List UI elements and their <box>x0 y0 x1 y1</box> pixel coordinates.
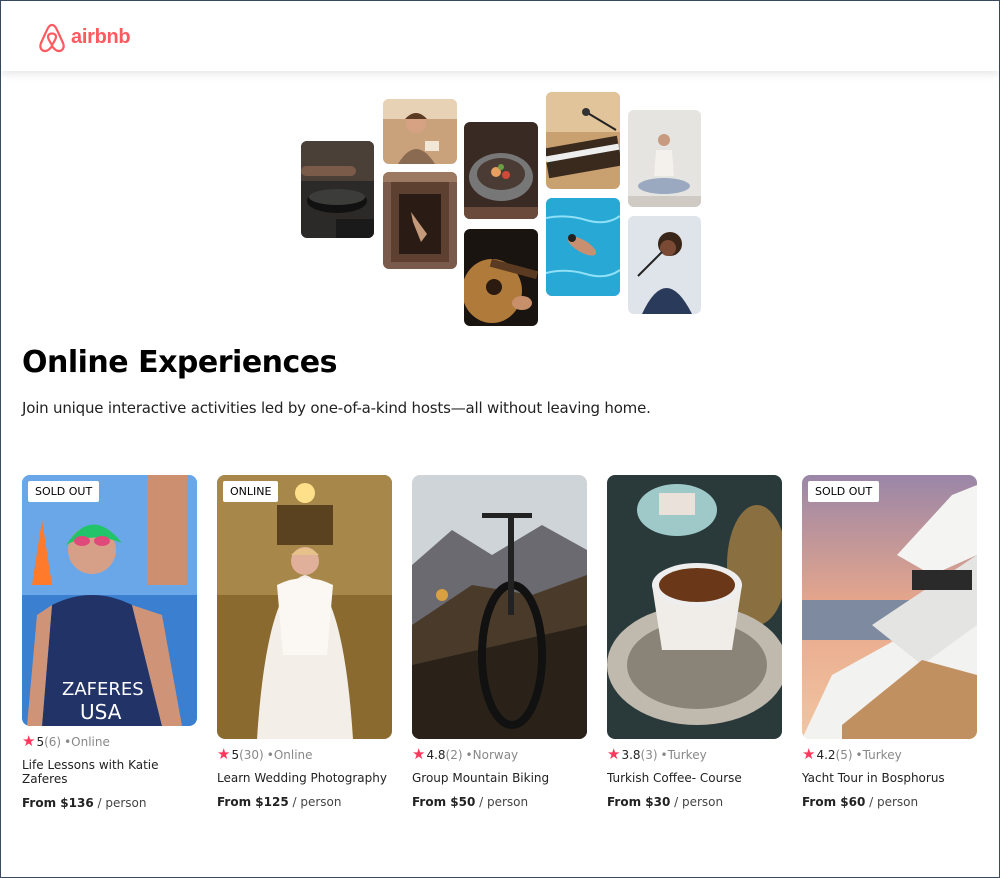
card-title[interactable]: Group Mountain Biking <box>412 771 587 785</box>
location: •Turkey <box>660 747 707 762</box>
bride-image <box>217 475 392 739</box>
star-icon: ★ <box>217 745 231 763</box>
card-price: From $50 / person <box>412 795 587 809</box>
hero-image-keyboard <box>546 92 620 189</box>
location: •Online <box>266 747 313 762</box>
yacht-image <box>802 475 977 739</box>
card-stats: ★ 5 (30) •Online <box>217 747 392 762</box>
card-price: From $136 / person <box>22 796 197 810</box>
card-title[interactable]: Life Lessons with Katie Zaferes <box>22 758 197 786</box>
price-unit: / person <box>93 796 147 810</box>
hero-image-doorway <box>383 172 457 269</box>
review-count: (30) <box>239 747 264 762</box>
card-title[interactable]: Turkish Coffee- Course <box>607 771 782 785</box>
airbnb-logo[interactable]: airbnb <box>37 21 131 53</box>
card-photo[interactable] <box>412 475 587 739</box>
price-unit: / person <box>475 795 529 809</box>
star-icon: ★ <box>802 745 816 763</box>
navbar: airbnb <box>1 1 999 71</box>
card-stats: ★ 3.8 (3) •Turkey <box>607 747 782 762</box>
review-count: (6) <box>44 734 62 749</box>
price-amount: From $125 <box>217 795 289 809</box>
hero-image-guitar <box>464 229 538 326</box>
rating: 3.8 <box>621 747 641 762</box>
experience-card[interactable]: ★ 4.8 (2) •Norway Group Mountain Biking … <box>412 475 587 809</box>
status-badge: SOLD OUT <box>28 481 100 502</box>
airbnb-logo-icon <box>39 23 65 53</box>
price-amount: From $50 <box>412 795 476 809</box>
rating: 4.8 <box>426 747 446 762</box>
brand-name: airbnb <box>71 25 131 48</box>
price-amount: From $136 <box>22 796 94 810</box>
rating: 5 <box>231 747 240 762</box>
card-price: From $30 / person <box>607 795 782 809</box>
hero-image-yoga <box>628 110 701 207</box>
hero-image-woman <box>383 99 457 164</box>
experience-card[interactable]: ZAFERES USA SOLD OUT ★ 5 (6) •Online Lif… <box>22 475 197 810</box>
card-photo[interactable] <box>607 475 782 739</box>
star-icon: ★ <box>607 745 621 763</box>
hero-image-swimmer <box>546 198 620 296</box>
rating: 5 <box>36 734 45 749</box>
mountain-bike-image <box>412 475 587 739</box>
price-unit: / person <box>670 795 724 809</box>
card-stats: ★ 5 (6) •Online <box>22 734 197 749</box>
price-unit: / person <box>865 795 919 809</box>
card-stats: ★ 4.8 (2) •Norway <box>412 747 587 762</box>
card-price: From $60 / person <box>802 795 977 809</box>
card-title[interactable]: Learn Wedding Photography <box>217 771 392 785</box>
hero-image-cooking <box>301 141 374 238</box>
review-count: (2) <box>445 747 463 762</box>
svg-text:USA: USA <box>80 700 122 724</box>
status-badge: ONLINE <box>223 481 279 502</box>
hero-image-singer <box>628 216 701 314</box>
hero-image-food-bowl <box>464 122 538 219</box>
star-icon: ★ <box>22 732 36 750</box>
card-photo[interactable]: SOLD OUT <box>802 475 977 739</box>
card-stats: ★ 4.2 (5) •Turkey <box>802 747 977 762</box>
price-unit: / person <box>288 795 342 809</box>
review-count: (3) <box>640 747 658 762</box>
location: •Online <box>64 734 110 749</box>
price-amount: From $30 <box>607 795 671 809</box>
experience-card[interactable]: SOLD OUT ★ 4.2 (5) •Turkey Yacht Tour in… <box>802 475 977 809</box>
card-photo[interactable]: ZAFERES USA SOLD OUT <box>22 475 197 726</box>
review-count: (5) <box>835 747 853 762</box>
experience-card[interactable]: ★ 3.8 (3) •Turkey Turkish Coffee- Course… <box>607 475 782 809</box>
location: •Norway <box>465 747 519 762</box>
star-icon: ★ <box>412 745 426 763</box>
experience-card[interactable]: ONLINE ★ 5 (30) •Online Learn Wedding Ph… <box>217 475 392 809</box>
rating: 4.2 <box>816 747 836 762</box>
page-subtitle: Join unique interactive activities led b… <box>22 399 651 417</box>
location: •Turkey <box>855 747 902 762</box>
price-amount: From $60 <box>802 795 866 809</box>
card-price: From $125 / person <box>217 795 392 809</box>
status-badge: SOLD OUT <box>808 481 880 502</box>
triathlete-image: ZAFERES USA <box>22 475 197 726</box>
card-photo[interactable]: ONLINE <box>217 475 392 739</box>
svg-text:ZAFERES: ZAFERES <box>62 679 144 700</box>
card-title[interactable]: Yacht Tour in Bosphorus <box>802 771 977 785</box>
page-title: Online Experiences <box>22 345 338 380</box>
turkish-coffee-image <box>607 475 782 739</box>
